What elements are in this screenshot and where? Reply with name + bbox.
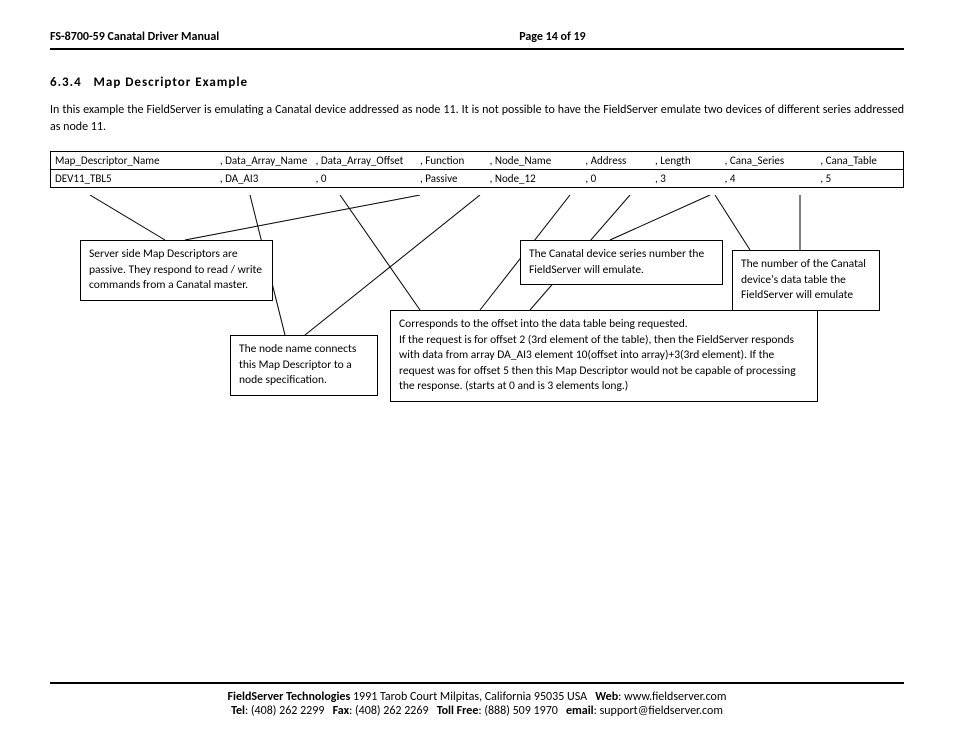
th-function: , Function	[416, 151, 486, 169]
table-data-row: DEV11_TBL5 , DA_AI3 , 0 , Passive , Node…	[51, 169, 904, 187]
page-footer: FieldServer Technologies 1991 Tarob Cour…	[50, 676, 904, 718]
callout-node-name: The node name connects this Map Descript…	[230, 335, 378, 396]
footer-web: www.fieldserver.com	[624, 690, 726, 704]
footer-fax: (408) 262 2269	[355, 704, 429, 718]
page-number: Page 14 of 19	[519, 30, 585, 44]
footer-web-label: Web	[595, 690, 618, 704]
td-data-array-name: , DA_AI3	[216, 169, 312, 187]
footer-rule	[50, 682, 904, 684]
td-length: , 3	[651, 169, 721, 187]
section-intro: In this example the FieldServer is emula…	[50, 102, 904, 136]
callout-table-num: The number of the Canatal device's data …	[732, 250, 880, 311]
td-cana-table: , 5	[816, 169, 903, 187]
td-data-array-offset: , 0	[312, 169, 416, 187]
th-cana-series: , Cana_Series	[721, 151, 817, 169]
th-data-array-offset: , Data_Array_Offset	[312, 151, 416, 169]
callout-server-side: Server side Map Descriptors are passive.…	[80, 240, 273, 301]
footer-toll: (888) 509 1970	[484, 704, 558, 718]
th-node-name: , Node_Name	[486, 151, 582, 169]
footer-company: FieldServer Technologies	[228, 690, 351, 704]
section-number: 6.3.4	[50, 75, 82, 90]
th-length: , Length	[651, 151, 721, 169]
table-header-row: Map_Descriptor_Name , Data_Array_Name , …	[51, 151, 904, 169]
td-map-descriptor-name: DEV11_TBL5	[51, 169, 216, 187]
header-rule	[50, 48, 904, 50]
doc-title: FS-8700-59 Canatal Driver Manual	[50, 30, 219, 44]
footer-toll-label: Toll Free	[437, 704, 479, 718]
section-title-text: Map Descriptor Example	[94, 75, 249, 90]
th-cana-table: , Cana_Table	[816, 151, 903, 169]
td-address: , 0	[581, 169, 651, 187]
footer-tel: (408) 262 2299	[251, 704, 325, 718]
td-cana-series: , 4	[721, 169, 817, 187]
td-function: , Passive	[416, 169, 486, 187]
callout-offset: Corresponds to the offset into the data …	[390, 310, 818, 402]
footer-address: 1991 Tarob Court Milpitas, California 95…	[353, 690, 587, 704]
footer-line-1: FieldServer Technologies 1991 Tarob Cour…	[50, 690, 904, 704]
footer-email-label: email	[566, 704, 594, 718]
footer-fax-label: Fax	[333, 704, 350, 718]
section-heading: 6.3.4 Map Descriptor Example	[50, 75, 904, 90]
footer-email: support@fieldserver.com	[600, 704, 723, 718]
th-map-descriptor-name: Map_Descriptor_Name	[51, 151, 216, 169]
page-header: FS-8700-59 Canatal Driver Manual Page 14…	[50, 30, 904, 48]
th-data-array-name: , Data_Array_Name	[216, 151, 312, 169]
td-node-name: , Node_12	[486, 169, 582, 187]
footer-line-2: Tel: (408) 262 2299 Fax: (408) 262 2269 …	[50, 704, 904, 718]
map-descriptor-table: Map_Descriptor_Name , Data_Array_Name , …	[50, 151, 904, 188]
callout-series: The Canatal device series number the Fie…	[520, 240, 723, 285]
th-address: , Address	[581, 151, 651, 169]
footer-tel-label: Tel	[231, 704, 245, 718]
